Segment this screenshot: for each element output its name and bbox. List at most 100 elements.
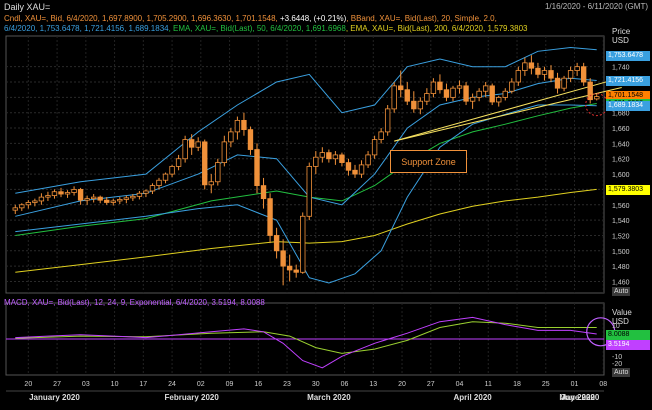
- candle-body: [156, 179, 162, 186]
- candle-body: [437, 81, 443, 91]
- candle-body: [391, 85, 397, 110]
- candle-body: [247, 129, 254, 150]
- price-axis-unit: USD: [612, 36, 629, 45]
- candle-body: [84, 198, 90, 201]
- day-tick-label: 17: [139, 381, 147, 388]
- candle-body: [19, 204, 25, 209]
- candle-body: [463, 85, 469, 102]
- price-tick-label: 1,740: [612, 65, 630, 72]
- day-tick-label: 27: [427, 381, 435, 388]
- day-tick-label: 25: [542, 381, 550, 388]
- price-tick-label: 1,560: [612, 203, 630, 210]
- candle-body: [208, 181, 214, 186]
- candle-body: [339, 154, 345, 163]
- candle-body: [215, 162, 221, 183]
- candle-body: [515, 70, 522, 83]
- macd-legend: MACD, XAU=, Bid(Last), 12, 24, 9, Expone…: [4, 298, 265, 307]
- candle-body: [411, 100, 417, 110]
- candle-body: [280, 250, 286, 267]
- candle-body: [345, 162, 352, 171]
- day-tick-label: 30: [312, 381, 320, 388]
- candle-body: [580, 66, 587, 83]
- price-auto-button[interactable]: Auto: [612, 287, 631, 296]
- candle-body: [326, 152, 332, 160]
- day-tick-label: 06: [341, 381, 349, 388]
- candle-body: [130, 195, 136, 199]
- candle-body: [169, 166, 175, 175]
- day-tick-label: 24: [168, 381, 176, 388]
- ema50-line: [15, 103, 597, 236]
- candle-body: [332, 154, 339, 160]
- month-label: April 2020: [453, 393, 492, 402]
- candle-body: [535, 67, 541, 75]
- candle-body: [273, 235, 280, 252]
- support-zone-label: Support Zone: [390, 150, 467, 173]
- price-chart[interactable]: 1,7401,7201,7001,6801,6601,6401,6201,600…: [0, 0, 652, 410]
- price-tick-label: 1,520: [612, 233, 630, 240]
- candle-body: [267, 198, 273, 236]
- month-label: January 2020: [29, 393, 80, 402]
- month-label: February 2020: [165, 393, 220, 402]
- candle-body: [77, 189, 84, 201]
- candle-body: [476, 90, 482, 98]
- candle-body: [456, 85, 463, 89]
- candle-body: [424, 93, 430, 102]
- candle-body: [489, 85, 495, 103]
- candle-body: [384, 108, 391, 133]
- candle-body: [300, 215, 306, 273]
- candle-body: [509, 81, 515, 92]
- candle-body: [58, 191, 64, 195]
- candle-body: [398, 85, 404, 91]
- candle-body: [175, 158, 182, 167]
- candle-body: [64, 192, 71, 195]
- candle-body: [221, 141, 228, 163]
- candle-body: [306, 166, 312, 217]
- candle-body: [430, 81, 437, 94]
- price-tick-label: 1,680: [612, 111, 630, 118]
- candle-body: [371, 139, 378, 156]
- candle-body: [378, 131, 384, 140]
- day-tick-label: 23: [283, 381, 291, 388]
- candle-body: [149, 185, 156, 192]
- macd-auto-button[interactable]: Auto: [612, 368, 631, 377]
- candle-body: [123, 197, 130, 200]
- candle-body: [450, 87, 456, 98]
- price-badge: 1,721.4156: [606, 75, 650, 86]
- candle-body: [182, 139, 188, 160]
- month-label: June 2020: [561, 393, 600, 402]
- candle-body: [358, 164, 365, 175]
- day-tick-label: 27: [53, 381, 61, 388]
- month-label: March 2020: [307, 393, 351, 402]
- candle-body: [97, 196, 103, 201]
- candle-body: [286, 265, 293, 271]
- bband-middle-line: [15, 77, 597, 217]
- day-tick-label: 03: [82, 381, 90, 388]
- candle-body: [365, 154, 371, 166]
- price-tick-label: 1,600: [612, 172, 630, 179]
- candle-body: [482, 85, 489, 92]
- macd-tick-10: 10: [612, 323, 620, 330]
- price-tick-label: 1,620: [612, 157, 630, 164]
- candle-body: [51, 191, 58, 196]
- candle-body: [188, 139, 195, 148]
- candle-body: [117, 199, 123, 202]
- candle-body: [202, 141, 208, 186]
- day-tick-label: 09: [226, 381, 234, 388]
- day-tick-label: 20: [24, 381, 32, 388]
- candle-body: [469, 96, 476, 102]
- price-tick-label: 1,540: [612, 218, 630, 225]
- price-tick-label: 1,480: [612, 264, 630, 271]
- day-tick-label: 02: [197, 381, 205, 388]
- price-badge: 1,579.3803: [606, 184, 650, 195]
- day-tick-label: 16: [254, 381, 262, 388]
- candle-body: [541, 70, 548, 75]
- candle-body: [352, 169, 358, 175]
- price-badge: 1,753.6478: [606, 51, 650, 62]
- candle-body: [71, 189, 77, 193]
- candle-body: [319, 152, 326, 158]
- day-tick-label: 11: [485, 381, 492, 388]
- candle-body: [254, 149, 260, 186]
- candle-body: [110, 200, 116, 203]
- candle-body: [234, 119, 241, 133]
- day-tick-label: 18: [513, 381, 521, 388]
